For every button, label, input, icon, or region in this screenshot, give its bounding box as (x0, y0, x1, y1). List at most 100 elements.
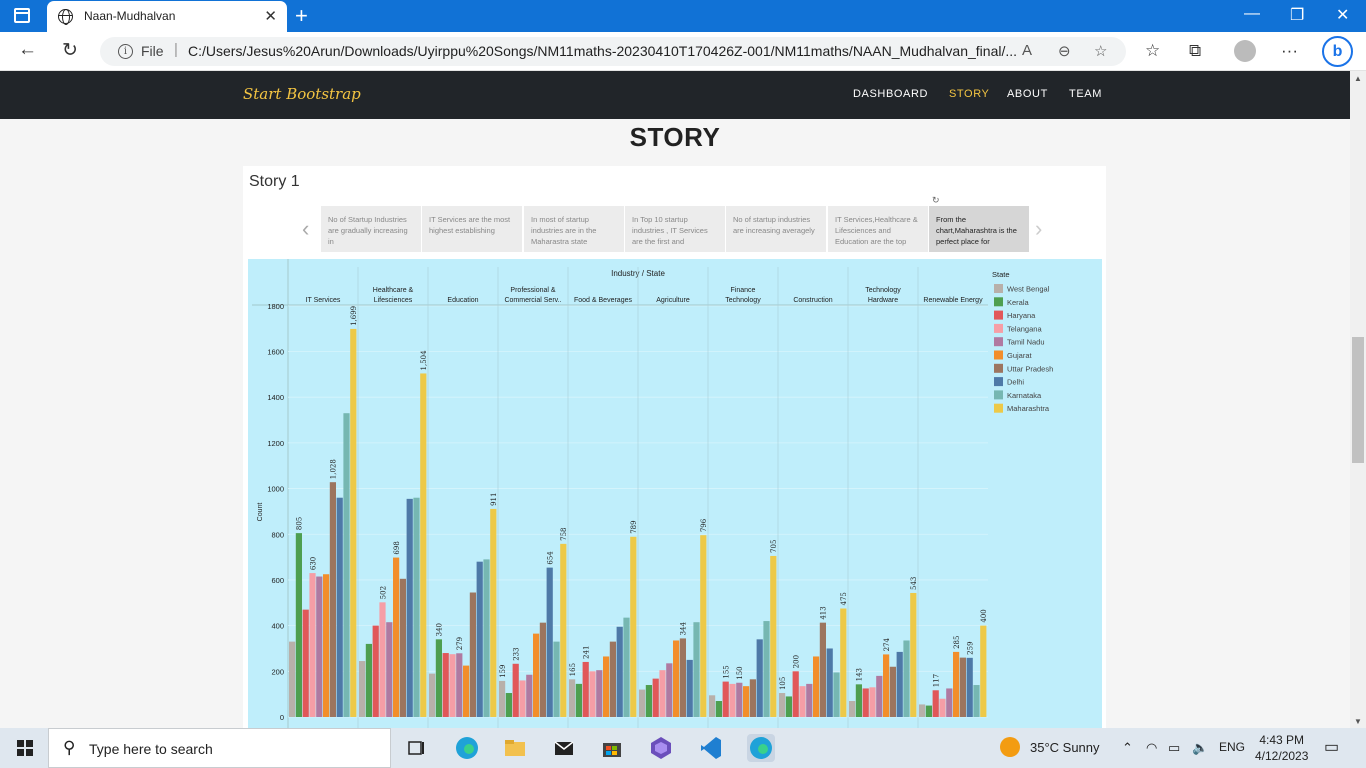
bar (533, 633, 540, 717)
page-scrollbar[interactable]: ▲ ▼ (1350, 71, 1366, 728)
add-favorite-icon[interactable]: ☆ (1094, 42, 1107, 60)
tray-overflow-icon[interactable]: ⌃ (1122, 740, 1133, 756)
bar (910, 592, 917, 717)
bar (420, 373, 427, 717)
nav-story[interactable]: STORY (949, 88, 990, 100)
edge-active-icon[interactable] (747, 734, 775, 762)
bar (449, 654, 456, 717)
legend-swatch (994, 310, 1003, 320)
url-text[interactable]: C:/Users/Jesus%20Arun/Downloads/Uyirppu%… (188, 43, 1018, 59)
category-header: Construction (793, 297, 832, 304)
close-window-icon[interactable]: ✕ (1336, 5, 1349, 25)
bar (679, 638, 686, 717)
nav-team[interactable]: TEAM (1069, 88, 1102, 100)
bar-data-label: 805 (296, 517, 304, 530)
scroll-up-icon[interactable]: ▲ (1354, 74, 1362, 83)
bar (883, 654, 890, 717)
legend-label: Telangana (1007, 324, 1042, 333)
bar (903, 640, 910, 717)
tab-title: Naan-Mudhalvan (84, 9, 176, 23)
tab-actions-icon[interactable] (14, 8, 30, 23)
brand-logo[interactable]: Start Bootstrap (243, 85, 361, 103)
weather-text[interactable]: 35°C Sunny (1030, 740, 1100, 755)
favorites-icon[interactable]: ☆ (1145, 41, 1160, 61)
bar-data-label: 105 (779, 677, 787, 690)
story-point-7[interactable]: From the chart,Maharashtra is the perfec… (929, 206, 1029, 252)
bar (792, 671, 799, 717)
bar (743, 686, 750, 717)
browser-tab[interactable]: Naan-Mudhalvan ✕ (47, 1, 287, 32)
category-header: Technology (865, 287, 901, 294)
collections-icon[interactable]: ⧉ (1189, 41, 1201, 61)
bing-icon[interactable]: b (1322, 36, 1353, 67)
page-heading: STORY (629, 122, 721, 152)
bar-data-label: 654 (547, 551, 555, 565)
bar (722, 681, 729, 717)
legend-swatch (994, 284, 1003, 293)
minimize-icon[interactable]: — (1244, 5, 1260, 23)
bar-data-label: 200 (793, 655, 801, 668)
prev-point-icon[interactable]: ‹ (302, 216, 309, 242)
bar-data-label: 150 (736, 666, 744, 679)
copilot-app-icon[interactable] (647, 734, 675, 762)
volume-icon[interactable]: 🔈 (1192, 740, 1208, 756)
edge-icon[interactable] (453, 734, 481, 762)
more-options-icon[interactable]: ··· (1281, 41, 1298, 61)
store-icon[interactable] (598, 734, 626, 762)
bar-data-label: 630 (309, 557, 317, 570)
bar (476, 561, 483, 717)
mail-icon[interactable] (550, 734, 578, 762)
restore-icon[interactable]: ❐ (1290, 5, 1304, 25)
new-tab-icon[interactable]: + (295, 3, 308, 29)
story-point-1[interactable]: No of Startup Industries are gradually i… (321, 206, 421, 252)
bar (399, 578, 406, 717)
bar (840, 608, 847, 717)
weather-icon[interactable] (1000, 737, 1020, 757)
category-header: Education (447, 297, 478, 304)
story-point-4[interactable]: In Top 10 startup industries , IT Servic… (625, 206, 725, 252)
zoom-icon[interactable]: ⊖ (1058, 42, 1071, 60)
bar (519, 680, 526, 717)
clock[interactable]: 4:43 PM 4/12/2023 (1255, 732, 1308, 764)
story-point-6[interactable]: IT Services,Healthcare & Lifesciences an… (828, 206, 928, 252)
next-point-icon[interactable]: › (1035, 216, 1042, 242)
windows-start-icon[interactable] (17, 740, 33, 756)
bar (756, 639, 763, 717)
chart-area: Industry / State Count 0 200 400 600 800 1000 12… (248, 259, 1102, 728)
bar (316, 576, 323, 717)
scrollbar-thumb[interactable] (1352, 337, 1364, 463)
loading-icon: ↻ (932, 195, 940, 205)
nav-about[interactable]: ABOUT (1007, 88, 1048, 100)
taskbar-search[interactable]: ⚲ Type here to search (48, 728, 391, 768)
bar (499, 680, 506, 717)
url-field[interactable]: i File | C:/Users/Jesus%20Arun/Downloads… (100, 37, 1126, 66)
task-view-icon[interactable] (402, 734, 430, 762)
story-point-5[interactable]: No of startup industries are increasing … (726, 206, 826, 252)
battery-icon[interactable]: ▭ (1168, 740, 1180, 756)
close-tab-icon[interactable]: ✕ (264, 7, 277, 25)
bar (770, 555, 777, 717)
read-aloud-icon[interactable]: A (1022, 42, 1032, 59)
category-header: Professional & (510, 287, 555, 294)
story-point-3[interactable]: In most of startup industries are in the… (524, 206, 624, 252)
back-icon[interactable]: ← (18, 39, 37, 61)
network-icon[interactable]: ◠ (1146, 740, 1157, 756)
category-header: IT Services (306, 297, 341, 304)
y-tick-label: 200 (271, 667, 284, 676)
bar (980, 625, 987, 717)
bar (386, 622, 393, 717)
file-explorer-icon[interactable] (501, 734, 529, 762)
notifications-icon[interactable]: ▭ (1324, 737, 1339, 757)
legend-swatch (994, 363, 1003, 373)
language-indicator[interactable]: ENG (1219, 740, 1245, 754)
info-icon[interactable]: i (118, 44, 133, 59)
profile-avatar[interactable] (1234, 40, 1256, 62)
scroll-down-icon[interactable]: ▼ (1354, 717, 1362, 726)
bar (833, 672, 840, 717)
vscode-icon[interactable] (697, 734, 725, 762)
url-separator: | (174, 41, 178, 58)
nav-dashboard[interactable]: DASHBOARD (853, 88, 928, 100)
story-point-2[interactable]: IT Services are the most highest establi… (422, 206, 522, 252)
refresh-icon[interactable]: ↻ (62, 39, 78, 62)
y-tick-label: 600 (271, 576, 284, 585)
